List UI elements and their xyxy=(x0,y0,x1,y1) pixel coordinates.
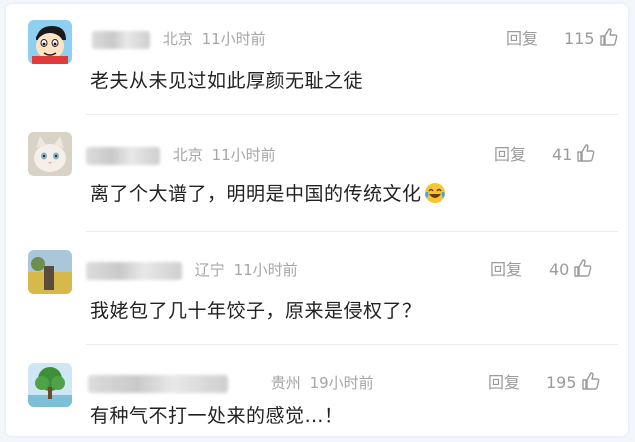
thumbs-up-icon xyxy=(599,28,617,46)
blurred-username xyxy=(86,146,160,165)
tree-avatar-icon xyxy=(28,363,72,407)
comment-item: 辽宁 11小时前 回复 40 我姥包了几十年饺子，原来是侵权了？ xyxy=(6,232,628,344)
comment-text: 有种气不打一处来的感觉…！ xyxy=(90,405,344,427)
comment-time: 11小时前 xyxy=(211,146,276,164)
reply-button[interactable]: 回复 xyxy=(506,27,538,51)
comment-location: 北京 xyxy=(162,30,193,48)
landscape-avatar-icon xyxy=(28,250,72,294)
like-button[interactable]: 40 xyxy=(549,258,593,282)
comment-location: 北京 xyxy=(172,146,203,164)
laughing-crying-emoji-icon xyxy=(424,183,445,203)
like-count: 195 xyxy=(546,373,577,392)
like-count: 41 xyxy=(552,145,573,164)
blurred-username xyxy=(92,30,150,49)
reply-button[interactable]: 回复 xyxy=(490,258,522,282)
like-button[interactable]: 115 xyxy=(564,27,619,51)
user-avatar[interactable] xyxy=(28,20,72,64)
comment-time: 19小时前 xyxy=(309,374,374,392)
comment-text-content: 离了个大谱了，明明是中国的传统文化 xyxy=(90,183,422,205)
comment-meta: 北京 11小时前 xyxy=(86,143,276,167)
thumbs-up-icon xyxy=(577,144,595,162)
reply-button[interactable]: 回复 xyxy=(494,143,526,167)
user-avatar[interactable] xyxy=(28,132,72,176)
thumbs-up-icon xyxy=(574,259,592,277)
comment-list: 北京 11小时前 回复 115 老夫从未见过如此厚颜无耻之徒 北京 11小时前 … xyxy=(6,4,628,436)
comment-text: 我姥包了几十年饺子，原来是侵权了？ xyxy=(90,300,422,322)
comment-location: 辽宁 xyxy=(194,261,225,279)
thumbs-up-icon xyxy=(581,372,599,390)
comment-time: 11小时前 xyxy=(201,30,266,48)
cat-avatar-icon xyxy=(28,132,72,176)
comment-meta: 贵州 19小时前 xyxy=(88,371,374,395)
comment-text: 离了个大谱了，明明是中国的传统文化 xyxy=(90,179,446,209)
like-count: 40 xyxy=(549,260,570,279)
comment-item: 贵州 19小时前 回复 195 有种气不打一处来的感觉…！ xyxy=(6,345,628,436)
like-count: 115 xyxy=(564,29,595,48)
comment-meta: 北京 11小时前 xyxy=(92,27,266,51)
comment-text: 老夫从未见过如此厚颜无耻之徒 xyxy=(90,70,364,92)
comment-item: 北京 11小时前 回复 115 老夫从未见过如此厚颜无耻之徒 xyxy=(6,4,628,114)
user-avatar[interactable] xyxy=(28,250,72,294)
comment-item: 北京 11小时前 回复 41 离了个大谱了，明明是中国的传统文化 xyxy=(6,115,628,231)
blurred-username xyxy=(86,261,182,280)
blurred-username xyxy=(88,374,228,393)
comment-location: 贵州 xyxy=(270,374,301,392)
comment-time: 11小时前 xyxy=(233,261,298,279)
cartoon-boy-avatar-icon xyxy=(28,20,72,64)
like-button[interactable]: 41 xyxy=(552,143,596,167)
reply-button[interactable]: 回复 xyxy=(488,371,520,395)
like-button[interactable]: 195 xyxy=(546,371,601,395)
comment-meta: 辽宁 11小时前 xyxy=(86,258,298,282)
user-avatar[interactable] xyxy=(28,363,72,407)
